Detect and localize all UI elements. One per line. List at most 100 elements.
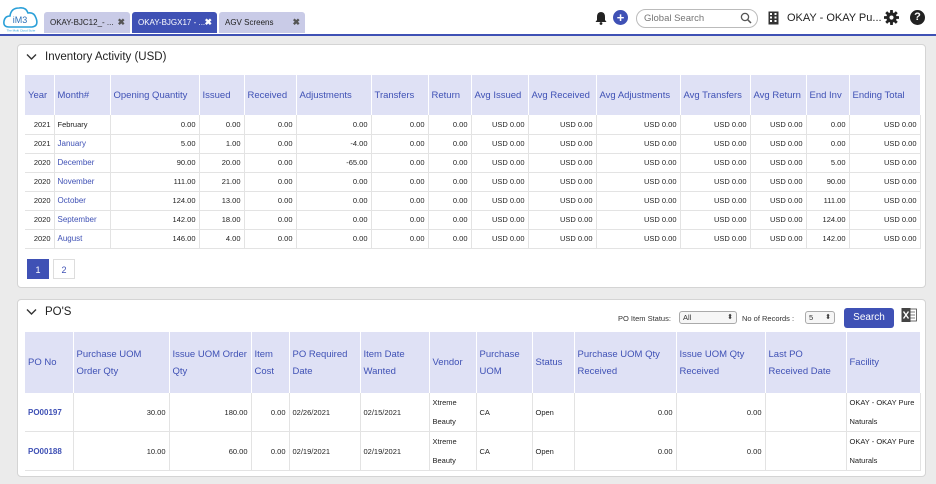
- month-cell[interactable]: August: [54, 229, 111, 249]
- table-cell: 0.00: [676, 431, 766, 471]
- table-cell: USD 0.00: [849, 172, 921, 192]
- column-header[interactable]: Facility: [846, 332, 921, 393]
- month-cell[interactable]: January: [54, 134, 111, 154]
- po-number-link[interactable]: PO00188: [25, 431, 74, 471]
- table-cell: USD 0.00: [471, 210, 529, 230]
- table-row[interactable]: 2021 January 5.00 1.00 0.00 -4.00 0.00 0.00 USD …: [25, 134, 921, 154]
- column-header[interactable]: Purchase UOM: [476, 332, 533, 393]
- table-row[interactable]: 2020 November 111.00 21.00 0.00 0.00 0.00 0.00 U…: [25, 172, 921, 192]
- column-header[interactable]: Year: [25, 75, 55, 115]
- search-button[interactable]: Search: [844, 308, 894, 328]
- table-cell: 5.00: [806, 153, 850, 173]
- tab-okay-bjc12[interactable]: OKAY-BJC12_- ... ✖: [44, 12, 130, 33]
- po-item-status-label: PO Item Status:: [618, 314, 671, 323]
- column-header[interactable]: Ending Total: [849, 75, 921, 115]
- company-selector[interactable]: OKAY - OKAY Pu...: [787, 12, 882, 24]
- top-bar: iM3 The Multi Cloud Suite OKAY-BJC12_- .…: [0, 0, 936, 36]
- column-header[interactable]: Received: [244, 75, 297, 115]
- column-header[interactable]: Issued: [199, 75, 245, 115]
- po-item-status-select[interactable]: All ⬍: [679, 311, 737, 324]
- column-header[interactable]: End Inv: [806, 75, 850, 115]
- table-row[interactable]: 2020 August 146.00 4.00 0.00 0.00 0.00 0.00 USD …: [25, 229, 921, 249]
- table-row[interactable]: PO00188 10.00 60.00 0.00 02/19/2021 02/19/202…: [25, 431, 921, 471]
- table-row[interactable]: 2020 December 90.00 20.00 0.00 -65.00 0.00 0.00…: [25, 153, 921, 173]
- inventory-activity-header[interactable]: Inventory Activity (USD): [26, 51, 166, 63]
- po-number-link[interactable]: PO00197: [25, 393, 74, 432]
- chevron-down-icon[interactable]: [26, 308, 37, 316]
- column-header[interactable]: PO No: [25, 332, 74, 393]
- add-icon[interactable]: +: [613, 10, 628, 25]
- table-cell: 21.00: [199, 172, 245, 192]
- tab-okay-bjgx17[interactable]: OKAY-BJGX17 - ... ✖: [132, 12, 217, 33]
- records-select[interactable]: 5 ⬍: [805, 311, 835, 324]
- table-cell: USD 0.00: [849, 153, 921, 173]
- column-header[interactable]: Vendor: [429, 332, 477, 393]
- column-header[interactable]: PO Required Date: [289, 332, 361, 393]
- table-cell: USD 0.00: [596, 172, 681, 192]
- month-cell[interactable]: November: [54, 172, 111, 192]
- table-cell: 13.00: [199, 191, 245, 211]
- table-cell: 0.00: [244, 134, 297, 154]
- column-header[interactable]: Avg Received: [528, 75, 597, 115]
- column-header[interactable]: Last PO Received Date: [765, 332, 847, 393]
- column-header[interactable]: Issue UOM Qty Received: [676, 332, 766, 393]
- global-search: [636, 9, 758, 28]
- global-search-input[interactable]: [644, 12, 739, 25]
- table-cell: 0.00: [428, 115, 472, 135]
- table-cell: 0.00: [371, 210, 429, 230]
- column-header[interactable]: Avg Issued: [471, 75, 529, 115]
- column-header[interactable]: Adjustments: [296, 75, 372, 115]
- column-header[interactable]: Item Cost: [251, 332, 290, 393]
- excel-export-icon[interactable]: [901, 307, 917, 323]
- column-header[interactable]: Month#: [54, 75, 111, 115]
- bell-icon[interactable]: [594, 11, 608, 25]
- table-cell: USD 0.00: [750, 229, 807, 249]
- column-header[interactable]: Issue UOM Order Qty: [169, 332, 252, 393]
- table-cell: 90.00: [806, 172, 850, 192]
- close-icon[interactable]: ✖: [292, 17, 300, 28]
- table-row[interactable]: PO00197 30.00 180.00 0.00 02/26/2021 02/15/20…: [25, 393, 921, 432]
- table-cell: 0.00: [244, 153, 297, 173]
- chevron-down-icon[interactable]: [26, 53, 37, 61]
- column-header[interactable]: Avg Return: [750, 75, 807, 115]
- table-cell: Open: [532, 393, 575, 432]
- column-header[interactable]: Avg Transfers: [680, 75, 751, 115]
- table-cell: USD 0.00: [471, 153, 529, 173]
- column-header[interactable]: Return: [428, 75, 472, 115]
- help-icon[interactable]: ?: [910, 10, 925, 25]
- close-icon[interactable]: ✖: [117, 17, 125, 28]
- month-cell[interactable]: October: [54, 191, 111, 211]
- table-cell: USD 0.00: [680, 210, 751, 230]
- page-2-button[interactable]: 2: [53, 259, 75, 279]
- table-cell: USD 0.00: [680, 134, 751, 154]
- table-cell: 0.00: [296, 229, 372, 249]
- im3-logo[interactable]: iM3 The Multi Cloud Suite: [2, 3, 40, 33]
- table-cell: USD 0.00: [849, 210, 921, 230]
- table-cell: CA: [476, 393, 533, 432]
- column-header[interactable]: Purchase UOM Order Qty: [73, 332, 170, 393]
- table-cell: 02/26/2021: [289, 393, 361, 432]
- table-row[interactable]: 2020 October 124.00 13.00 0.00 0.00 0.00 0.00 US…: [25, 191, 921, 211]
- search-icon[interactable]: [740, 12, 752, 24]
- table-cell: USD 0.00: [849, 115, 921, 135]
- column-header[interactable]: Purchase UOM Qty Received: [574, 332, 677, 393]
- table-cell: 1.00: [199, 134, 245, 154]
- pos-header[interactable]: PO'S: [26, 306, 71, 318]
- column-header[interactable]: Transfers: [371, 75, 429, 115]
- tab-agv-screens[interactable]: AGV Screens ✖: [219, 12, 305, 33]
- column-header[interactable]: Opening Quantity: [110, 75, 200, 115]
- pos-table-body: PO00197 30.00 180.00 0.00 02/26/2021 02/15/20…: [25, 393, 921, 471]
- column-header[interactable]: Status: [532, 332, 575, 393]
- table-row[interactable]: 2020 September 142.00 18.00 0.00 0.00 0.00 0.00…: [25, 210, 921, 230]
- gear-icon[interactable]: [884, 10, 899, 25]
- pos-table: PO No Purchase UOM Order Qty Issue UOM O…: [25, 332, 921, 471]
- month-cell[interactable]: September: [54, 210, 111, 230]
- page-1-button[interactable]: 1: [27, 259, 49, 279]
- month-cell[interactable]: December: [54, 153, 111, 173]
- column-header[interactable]: Avg Adjustments: [596, 75, 681, 115]
- table-cell: 0.00: [371, 115, 429, 135]
- column-header[interactable]: Item Date Wanted: [360, 332, 430, 393]
- close-icon[interactable]: ✖: [204, 17, 212, 28]
- table-cell: 0.00: [244, 115, 297, 135]
- table-row[interactable]: 2021 February 0.00 0.00 0.00 0.00 0.00 0.00 USD …: [25, 115, 921, 135]
